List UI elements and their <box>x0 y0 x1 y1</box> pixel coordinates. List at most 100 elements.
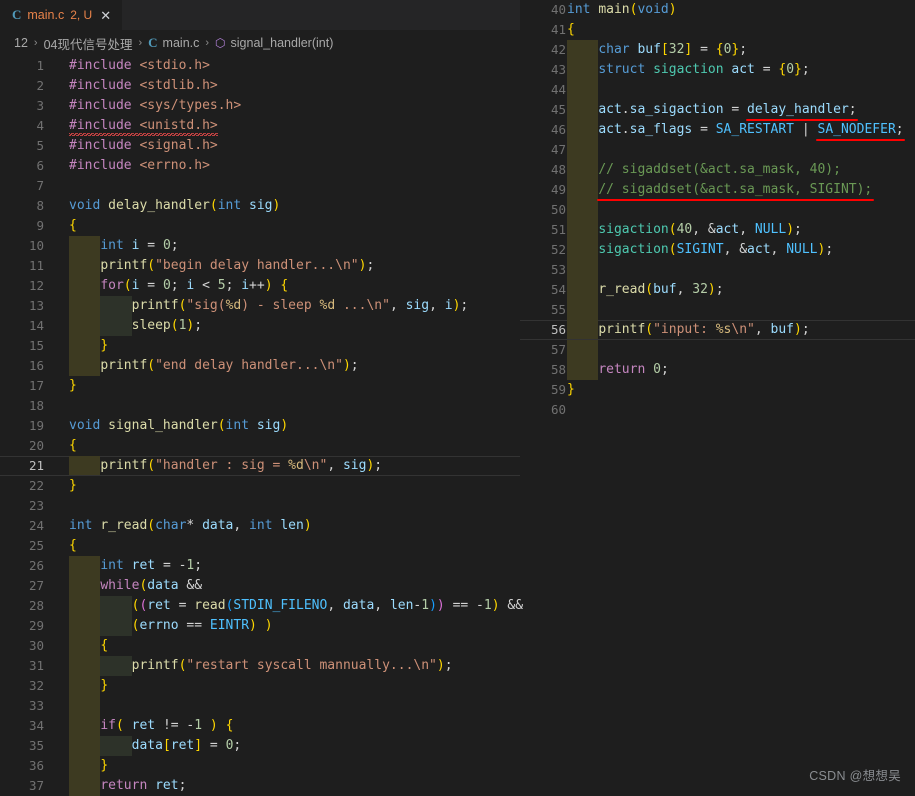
code-line[interactable]: 28 ((ret = read(STDIN_FILENO, data, len-… <box>0 596 523 616</box>
code-line[interactable]: 52 sigaction(SIGINT, &act, NULL); <box>520 240 915 260</box>
code-line[interactable]: 53 <box>520 260 915 280</box>
code-line[interactable]: 22} <box>0 476 520 496</box>
code-text: } <box>69 478 77 493</box>
code-line[interactable]: 60 <box>520 400 915 420</box>
code-line[interactable]: 43 struct sigaction act = {0}; <box>520 60 915 80</box>
code-line[interactable]: 42 char buf[32] = {0}; <box>520 40 915 60</box>
code-line[interactable]: 57 <box>520 340 915 360</box>
code-line[interactable]: 1 #include <stdio.h> <box>0 56 520 76</box>
code-text: int r_read(char* data, int len) <box>69 518 312 533</box>
breadcrumb-item-2[interactable]: main.c <box>163 36 200 50</box>
line-number: 18 <box>28 398 44 413</box>
code-line[interactable]: 36 } <box>0 756 520 776</box>
code-text: printf("begin delay handler...\n"); <box>100 258 375 273</box>
close-icon[interactable]: ✕ <box>98 9 113 22</box>
line-number: 53 <box>550 262 566 277</box>
code-line[interactable]: 21 printf("handler : sig = %d\n", sig); <box>0 456 520 476</box>
code-line[interactable]: 8 void delay_handler(int sig) <box>0 196 520 216</box>
code-line[interactable]: 15 } <box>0 336 520 356</box>
line-number: 54 <box>550 282 566 297</box>
code-text: { <box>69 218 77 233</box>
tab-main-c[interactable]: C main.c 2, U ✕ <box>0 0 123 30</box>
line-number: 23 <box>28 498 44 513</box>
line-number: 35 <box>28 738 44 753</box>
code-text: (errno == EINTR) ) <box>131 618 273 633</box>
line-number: 33 <box>28 698 44 713</box>
code-line[interactable]: 20 { <box>0 436 520 456</box>
code-text: } <box>100 338 109 353</box>
line-number: 10 <box>28 238 44 253</box>
code-line[interactable]: 48 // sigaddset(&act.sa_mask, 40); <box>520 160 915 180</box>
code-text: #include <unistd.h> <box>69 116 218 136</box>
code-line[interactable]: 29 (errno == EINTR) ) <box>0 616 520 636</box>
code-line[interactable]: 45 act.sa_sigaction = delay_handler; <box>520 100 915 120</box>
code-line[interactable]: 33 <box>0 696 520 716</box>
tab-status-badge: 2, U <box>70 8 93 22</box>
code-line[interactable]: 9{ <box>0 216 520 236</box>
line-number: 27 <box>28 578 44 593</box>
code-text: { <box>100 638 109 653</box>
code-line[interactable]: 7 <box>0 176 520 196</box>
code-line[interactable]: 34 if( ret != -1 ) { <box>0 716 520 736</box>
code-line[interactable]: 47 <box>520 140 915 160</box>
code-line[interactable]: 37 return ret; <box>0 776 520 796</box>
code-text: act.sa_flags = SA_RESTART | SA_NODEFER; <box>598 122 904 137</box>
code-line[interactable]: 54 r_read(buf, 32); <box>520 280 915 300</box>
code-line[interactable]: 12 for(i = 0; i < 5; i++) { <box>0 276 520 296</box>
code-line[interactable]: 25 { <box>0 536 520 556</box>
line-number: 14 <box>28 318 44 333</box>
code-line[interactable]: 4 #include <unistd.h> <box>0 116 520 136</box>
breadcrumb-item-3[interactable]: signal_handler(int) <box>231 36 334 50</box>
code-line[interactable]: 10 int i = 0; <box>0 236 520 256</box>
code-line[interactable]: 11 printf("begin delay handler...\n"); <box>0 256 520 276</box>
line-number: 16 <box>28 358 44 373</box>
code-line[interactable]: 30 { <box>0 636 520 656</box>
code-text: int main(void) <box>567 2 677 17</box>
code-line[interactable]: 13 printf("sig(%d) - sleep %d ...\n", si… <box>0 296 520 316</box>
code-line[interactable]: 19 void signal_handler(int sig) <box>0 416 520 436</box>
code-line[interactable]: 35 data[ret] = 0; <box>0 736 520 756</box>
code-line[interactable]: 50 <box>520 200 915 220</box>
breadcrumb: 12 › 04现代信号处理 › C main.c › ⬡ signal_hand… <box>0 30 520 56</box>
breadcrumb-item-1[interactable]: 04现代信号处理 <box>44 34 133 53</box>
code-line[interactable]: 5 #include <signal.h> <box>0 136 520 156</box>
code-line[interactable]: 40 int main(void) <box>520 0 915 20</box>
breadcrumb-item-0[interactable]: 12 <box>14 36 28 50</box>
code-line[interactable]: 2 #include <stdlib.h> <box>0 76 520 96</box>
code-line[interactable]: 41{ <box>520 20 915 40</box>
code-line[interactable]: 18 <box>0 396 520 416</box>
code-line[interactable]: 6 #include <errno.h> <box>0 156 520 176</box>
code-line[interactable]: 23 <box>0 496 520 516</box>
code-line[interactable]: 17} <box>0 376 520 396</box>
code-line[interactable]: 49 // sigaddset(&act.sa_mask, SIGINT); <box>520 180 915 200</box>
line-number: 42 <box>550 42 566 57</box>
code-line[interactable]: 44 <box>520 80 915 100</box>
code-line[interactable]: 46 act.sa_flags = SA_RESTART | SA_NODEFE… <box>520 120 915 140</box>
code-text: if( ret != -1 ) { <box>100 718 234 733</box>
code-text: printf("restart syscall mannually...\n")… <box>131 658 453 673</box>
code-line[interactable]: 31 printf("restart syscall mannually...\… <box>0 656 520 676</box>
code-lines-right[interactable]: 40 int main(void) 41{42 char buf[32] = {0}… <box>520 0 915 796</box>
code-line[interactable]: 59} <box>520 380 915 400</box>
code-line[interactable]: 51 sigaction(40, &act, NULL); <box>520 220 915 240</box>
code-line[interactable]: 24 int r_read(char* data, int len) <box>0 516 520 536</box>
code-text: printf("input: %s\n", buf); <box>598 322 810 337</box>
code-line[interactable]: 14 sleep(1); <box>0 316 520 336</box>
chevron-right-icon-0: › <box>33 37 38 49</box>
code-line[interactable]: 27 while(data && <box>0 576 520 596</box>
indent-guide <box>567 300 599 320</box>
code-line[interactable]: 3 #include <sys/types.h> <box>0 96 520 116</box>
code-line[interactable]: 32 } <box>0 676 520 696</box>
line-number: 32 <box>28 678 44 693</box>
code-line[interactable]: 16 printf("end delay handler...\n"); <box>0 356 520 376</box>
code-line[interactable]: 55 <box>520 300 915 320</box>
code-line[interactable]: 56 printf("input: %s\n", buf); <box>520 320 915 340</box>
line-number: 12 <box>28 278 44 293</box>
code-line[interactable]: 58 return 0; <box>520 360 915 380</box>
code-lines-left[interactable]: 1 #include <stdio.h> 2 #include <stdlib.h> 3… <box>0 56 523 796</box>
line-number: 47 <box>550 142 566 157</box>
line-number: 37 <box>28 778 44 793</box>
line-number: 56 <box>550 322 566 337</box>
code-line[interactable]: 26 int ret = -1; <box>0 556 520 576</box>
code-text: #include <signal.h> <box>69 138 218 153</box>
